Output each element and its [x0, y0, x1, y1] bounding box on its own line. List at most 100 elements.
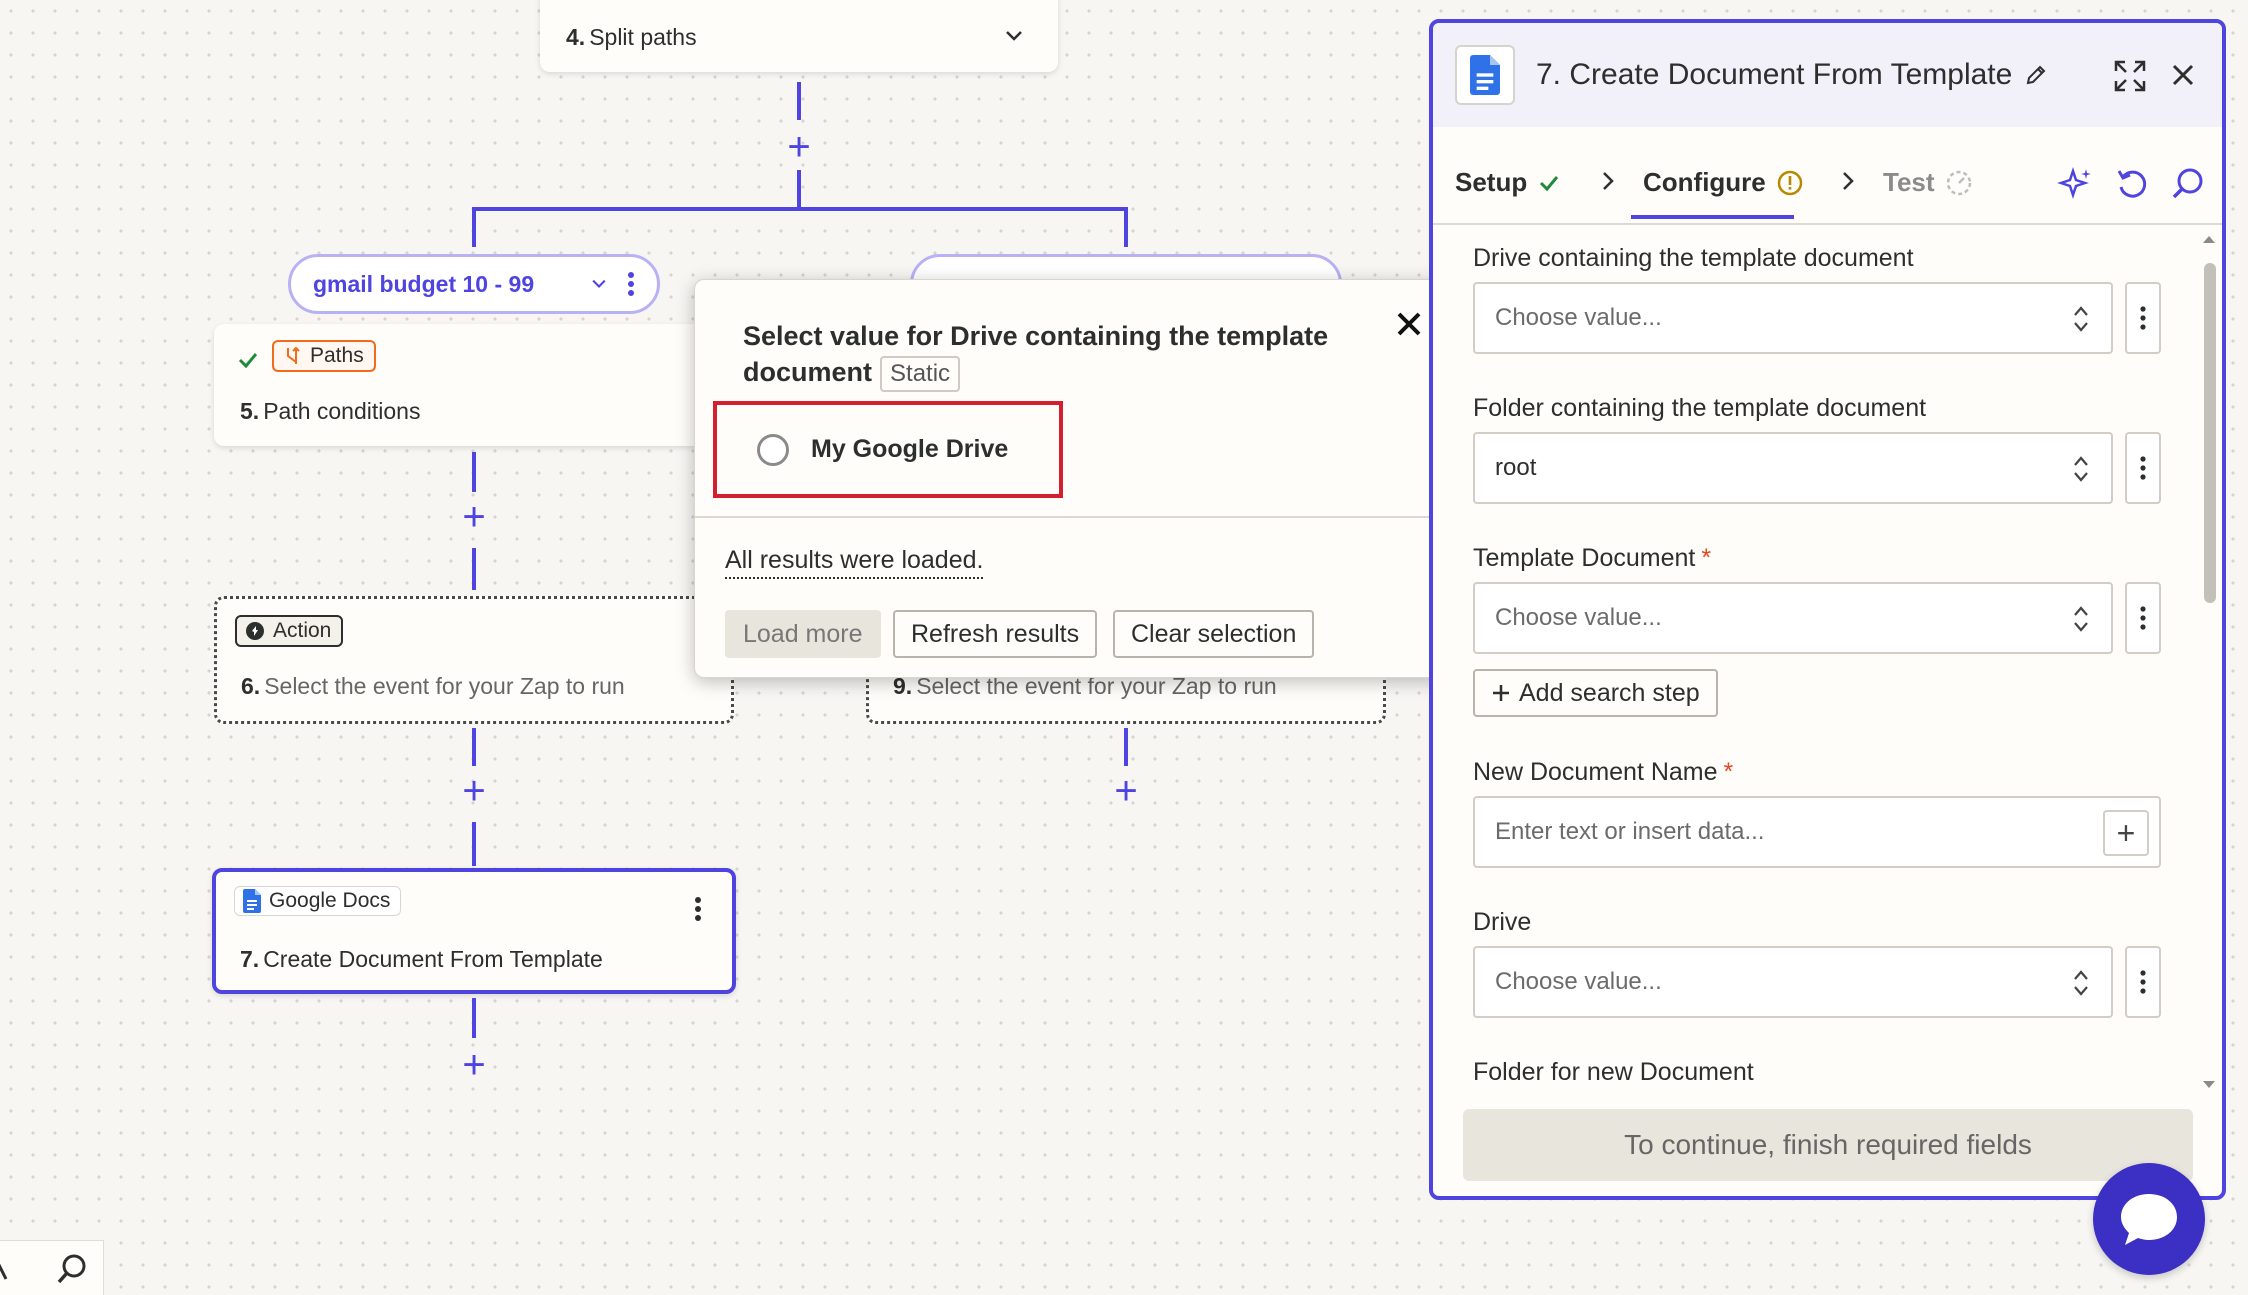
folder-template-options-button[interactable]: [2125, 432, 2161, 504]
connector: [472, 207, 1128, 211]
drive-options-button[interactable]: [2125, 946, 2161, 1018]
results-status: All results were loaded.: [725, 546, 984, 579]
step-tabs: Setup Configure Test: [1433, 127, 2222, 225]
chevron-right-icon: [1603, 172, 1614, 190]
chat-bubble-icon: [2121, 1194, 2177, 1245]
chat-support-button[interactable]: [2093, 1163, 2205, 1275]
more-vertical-icon: [2140, 970, 2146, 994]
more-vertical-icon: [2140, 306, 2146, 330]
add-step-plus-icon[interactable]: +: [457, 497, 491, 537]
tab-configure[interactable]: Configure: [1643, 167, 1804, 198]
field-label-new-document-name: New Document Name *: [1473, 758, 1734, 786]
add-step-plus-icon[interactable]: +: [457, 1045, 491, 1085]
canvas-toolbar: [0, 1240, 104, 1295]
panel-header: 7. Create Document From Template: [1433, 23, 2222, 127]
panel-scrollbar[interactable]: [2201, 233, 2217, 1093]
scrollbar-thumb[interactable]: [2204, 263, 2216, 603]
new-document-name-input[interactable]: Enter text or insert data... +: [1473, 796, 2161, 868]
popup-title: Select value for Drive containing the te…: [743, 318, 1363, 392]
connector: [797, 170, 801, 210]
path-pill-gmail-budget[interactable]: gmail budget 10 - 99: [288, 254, 660, 314]
step-editor-panel: 7. Create Document From Template Setup C…: [1429, 19, 2226, 1200]
more-vertical-icon[interactable]: [627, 271, 635, 297]
folder-template-select[interactable]: root: [1473, 432, 2113, 504]
tab-test[interactable]: Test: [1883, 167, 1973, 198]
more-vertical-icon[interactable]: [694, 896, 702, 922]
chevron-down-icon[interactable]: [1002, 24, 1026, 48]
connector: [1124, 207, 1128, 247]
connector: [472, 822, 476, 866]
check-icon: [1540, 175, 1559, 191]
timer-icon: [1946, 170, 1971, 195]
google-docs-app-icon: [1455, 45, 1515, 105]
field-label-drive-template: Drive containing the template document: [1473, 244, 1914, 272]
drive-select[interactable]: Choose value...: [1473, 946, 2113, 1018]
field-label-template-document: Template Document *: [1473, 544, 1712, 572]
field-label-folder-template: Folder containing the template document: [1473, 394, 1927, 422]
connector: [797, 82, 801, 120]
option-label: My Google Drive: [811, 435, 1009, 463]
scroll-down-arrow-icon[interactable]: [2201, 1079, 2217, 1091]
chevron-right-icon: [1843, 172, 1854, 190]
split-paths-card[interactable]: 4. Split paths: [540, 0, 1058, 72]
split-icon: [287, 346, 300, 364]
add-step-plus-icon[interactable]: +: [782, 127, 816, 167]
insert-data-plus-icon[interactable]: +: [2103, 810, 2149, 856]
action-card-title: 6. Select the event for your Zap to run: [241, 673, 625, 699]
action-card[interactable]: Action 6. Select the event for your Zap t…: [214, 596, 734, 724]
connector: [472, 998, 476, 1038]
divider: [695, 516, 1450, 518]
ai-sparkle-icon[interactable]: [2057, 165, 2095, 203]
static-badge: Static: [880, 355, 961, 392]
field-label-drive: Drive: [1473, 908, 1532, 936]
connector: [1124, 728, 1128, 766]
google-docs-card-title: 7. Create Document From Template: [240, 946, 603, 972]
split-paths-title: 4. Split paths: [566, 24, 697, 50]
google-docs-icon: [1470, 55, 1500, 95]
add-step-plus-icon[interactable]: +: [457, 771, 491, 811]
template-document-select[interactable]: Choose value...: [1473, 582, 2113, 654]
chevron-down-icon[interactable]: [589, 274, 609, 294]
search-icon[interactable]: [2169, 165, 2207, 203]
close-icon[interactable]: [1395, 310, 1423, 338]
clear-selection-button[interactable]: Clear selection: [1113, 610, 1315, 658]
undo-icon[interactable]: [2113, 165, 2151, 203]
up-down-arrows-icon: [2074, 306, 2088, 332]
up-down-arrows-icon: [2074, 606, 2088, 632]
google-docs-chip: Google Docs: [234, 886, 402, 916]
path-conditions-card[interactable]: Paths 5. Path conditions: [214, 324, 734, 446]
select-value-popup: Select value for Drive containing the te…: [694, 279, 1451, 678]
more-vertical-icon: [2140, 456, 2146, 480]
path-conditions-title: 5. Path conditions: [240, 398, 421, 424]
refresh-results-button[interactable]: Refresh results: [893, 610, 1098, 658]
required-asterisk: *: [1723, 758, 1734, 786]
scroll-up-arrow-icon[interactable]: [2201, 233, 2217, 245]
active-tab-indicator: [1631, 215, 1794, 219]
expand-icon[interactable]: [2113, 59, 2147, 93]
warning-icon: [1777, 170, 1803, 195]
plus-icon: [1493, 685, 1509, 701]
action-chip: Action: [235, 615, 344, 647]
check-icon: [238, 353, 258, 369]
tab-setup[interactable]: Setup: [1455, 167, 1561, 198]
template-document-options-button[interactable]: [2125, 582, 2161, 654]
path-pill-label: gmail budget 10 - 99: [313, 270, 535, 297]
add-step-plus-icon[interactable]: +: [1109, 771, 1143, 811]
close-icon[interactable]: [2171, 63, 2195, 87]
drive-template-options-button[interactable]: [2125, 282, 2161, 354]
search-icon[interactable]: [54, 1251, 90, 1287]
add-search-step-button[interactable]: Add search step: [1473, 669, 1718, 717]
radio-button[interactable]: [757, 433, 789, 466]
google-docs-card[interactable]: Google Docs 7. Create Document From Templ…: [212, 868, 736, 994]
google-docs-icon: [243, 889, 261, 913]
option-my-google-drive[interactable]: My Google Drive: [713, 401, 1063, 498]
paths-chip: Paths: [272, 340, 376, 372]
drive-template-select[interactable]: Choose value...: [1473, 282, 2113, 354]
link-icon[interactable]: [0, 1255, 12, 1283]
edit-pencil-icon[interactable]: [2024, 63, 2048, 87]
connector: [472, 207, 476, 247]
connector: [472, 728, 476, 766]
continue-button[interactable]: To continue, finish required fields: [1463, 1109, 2193, 1181]
load-more-button[interactable]: Load more: [725, 610, 881, 658]
up-down-arrows-icon: [2074, 456, 2088, 482]
